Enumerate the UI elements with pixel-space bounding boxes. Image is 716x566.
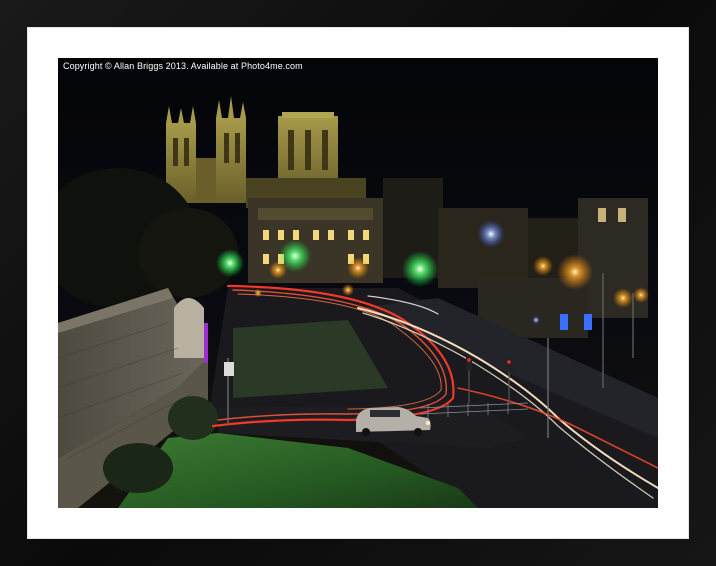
copyright-watermark: Copyright © Allan Briggs 2013. Available… <box>63 61 303 71</box>
bush <box>168 396 218 440</box>
road-sign <box>224 362 234 376</box>
night-city-photo: Copyright © Allan Briggs 2013. Available… <box>58 58 658 508</box>
photo-scene <box>58 58 658 508</box>
bush <box>103 443 173 493</box>
